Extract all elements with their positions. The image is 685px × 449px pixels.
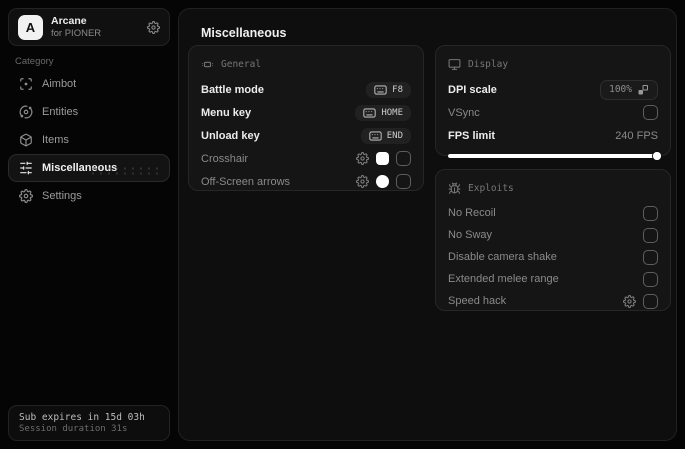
gear-icon bbox=[19, 189, 33, 203]
no-sway-label: No Sway bbox=[448, 229, 493, 241]
no-recoil-label: No Recoil bbox=[448, 207, 496, 219]
menu-key-label: Menu key bbox=[201, 106, 252, 119]
dpi-scale-label: DPI scale bbox=[448, 83, 497, 96]
sidebar-item-miscellaneous[interactable]: Miscellaneous bbox=[8, 154, 170, 182]
speed-hack-label: Speed hack bbox=[448, 295, 507, 307]
offscreen-arrows-row: Off-Screen arrows bbox=[201, 170, 411, 193]
display-panel: Display DPI scale 100% VSync FPS limit 2… bbox=[435, 45, 671, 160]
menu-key-row: Menu key HOME bbox=[201, 101, 411, 124]
extended-melee-range-row: Extended melee range bbox=[448, 268, 658, 290]
dpi-scale-row: DPI scale 100% bbox=[448, 78, 658, 101]
sidebar-item-label: Aimbot bbox=[42, 78, 77, 90]
display-panel-title: Display bbox=[468, 58, 509, 70]
vsync-checkbox[interactable] bbox=[643, 105, 658, 120]
speed-hack-row: Speed hack bbox=[448, 290, 658, 312]
app-subtitle: for PIONER bbox=[51, 27, 102, 39]
extended-melee-range-checkbox[interactable] bbox=[643, 271, 658, 287]
disable-camera-shake-checkbox[interactable] bbox=[643, 249, 658, 265]
unload-key-key: END bbox=[386, 130, 403, 141]
crosshair-icon bbox=[19, 77, 33, 91]
crosshair-label: Crosshair bbox=[201, 152, 249, 165]
gear-icon[interactable] bbox=[356, 152, 369, 165]
no-sway-checkbox[interactable] bbox=[643, 227, 658, 243]
subscription-card: Sub expires in 15d 03h Session duration … bbox=[8, 405, 170, 441]
no-recoil-checkbox[interactable] bbox=[643, 205, 658, 221]
gear-icon[interactable] bbox=[356, 175, 369, 188]
sidebar-item-aimbot[interactable]: Aimbot bbox=[8, 70, 170, 98]
sub-expiry-text: Sub expires in 15d 03h bbox=[19, 412, 145, 423]
sidebar-item-settings[interactable]: Settings bbox=[8, 182, 170, 210]
fps-limit-slider[interactable] bbox=[448, 151, 661, 161]
display-panel-header: Display bbox=[448, 56, 658, 72]
sidebar-item-items[interactable]: Items bbox=[8, 126, 170, 154]
exploits-panel-header: Exploits bbox=[448, 180, 658, 196]
package-icon bbox=[19, 133, 33, 147]
monitor-icon bbox=[448, 58, 461, 71]
page-title: Miscellaneous bbox=[201, 26, 287, 40]
speed-hack-checkbox[interactable] bbox=[643, 293, 658, 309]
crosshair-row: Crosshair bbox=[201, 147, 411, 170]
vsync-row: VSync bbox=[448, 101, 658, 124]
keyboard-icon bbox=[374, 84, 387, 95]
battle-mode-key: F8 bbox=[392, 84, 403, 95]
slider-track bbox=[448, 154, 658, 158]
app-name: Arcane bbox=[51, 14, 87, 27]
bug-icon bbox=[448, 182, 461, 195]
extended-melee-range-label: Extended melee range bbox=[448, 273, 559, 285]
input-icon bbox=[201, 58, 214, 71]
no-recoil-row: No Recoil bbox=[448, 202, 658, 224]
menu-key-keybind[interactable]: HOME bbox=[355, 104, 411, 121]
general-panel-header: General bbox=[201, 56, 411, 72]
slider-fill bbox=[448, 154, 657, 158]
offscreen-arrows-label: Off-Screen arrows bbox=[201, 175, 291, 188]
crosshair-checkbox[interactable] bbox=[396, 151, 411, 166]
slider-knob[interactable] bbox=[653, 152, 661, 160]
brand-text: Arcane for PIONER bbox=[51, 15, 139, 40]
category-label: Category bbox=[15, 56, 54, 67]
sidebar-item-label: Items bbox=[42, 134, 69, 146]
no-sway-row: No Sway bbox=[448, 224, 658, 246]
keyboard-icon bbox=[369, 130, 382, 141]
general-panel: General Battle mode F8 Menu key HOME Unl… bbox=[188, 45, 424, 191]
disable-camera-shake-row: Disable camera shake bbox=[448, 246, 658, 268]
gear-icon[interactable] bbox=[623, 294, 636, 308]
scaling-icon bbox=[637, 84, 649, 96]
general-panel-title: General bbox=[221, 58, 262, 70]
menu-key-key: HOME bbox=[381, 107, 403, 118]
fps-limit-label: FPS limit bbox=[448, 129, 496, 142]
sidebar: A Arcane for PIONER Category Aimbot Enti… bbox=[0, 0, 178, 449]
keyboard-icon bbox=[363, 107, 377, 118]
main-content: Miscellaneous General Battle mode F8 Men… bbox=[178, 8, 677, 441]
offscreen-arrows-checkbox[interactable] bbox=[396, 174, 411, 189]
sidebar-item-label: Entities bbox=[42, 106, 79, 118]
disable-camera-shake-label: Disable camera shake bbox=[448, 251, 557, 263]
sidebar-item-label: Settings bbox=[42, 190, 82, 202]
exploits-panel-title: Exploits bbox=[468, 182, 514, 194]
dpi-scale-value: 100% bbox=[609, 84, 632, 95]
crosshair-color-swatch[interactable] bbox=[376, 152, 389, 165]
fps-limit-value: 240 FPS bbox=[615, 129, 658, 142]
app-logo: A bbox=[18, 14, 43, 40]
sliders-icon bbox=[19, 161, 33, 175]
sidebar-nav: Aimbot Entities Items Miscellaneous Sett… bbox=[8, 70, 170, 210]
exploits-panel: Exploits No Recoil No Sway Disable camer… bbox=[435, 169, 671, 311]
dpi-scale-selector[interactable]: 100% bbox=[600, 79, 658, 100]
battle-mode-row: Battle mode F8 bbox=[201, 78, 411, 101]
battle-mode-label: Battle mode bbox=[201, 83, 264, 96]
orbit-icon bbox=[19, 105, 33, 119]
session-duration-text: Session duration 31s bbox=[19, 424, 128, 434]
sidebar-item-entities[interactable]: Entities bbox=[8, 98, 170, 126]
offscreen-arrows-color-swatch[interactable] bbox=[376, 175, 389, 188]
vsync-label: VSync bbox=[448, 106, 480, 119]
unload-key-row: Unload key END bbox=[201, 124, 411, 147]
gear-icon[interactable] bbox=[147, 20, 160, 34]
brand-card: A Arcane for PIONER bbox=[8, 8, 170, 46]
fps-limit-row: FPS limit 240 FPS bbox=[448, 124, 658, 147]
battle-mode-keybind[interactable]: F8 bbox=[366, 81, 411, 98]
unload-key-label: Unload key bbox=[201, 129, 260, 142]
unload-key-keybind[interactable]: END bbox=[360, 127, 411, 144]
sidebar-item-label: Miscellaneous bbox=[42, 162, 118, 174]
